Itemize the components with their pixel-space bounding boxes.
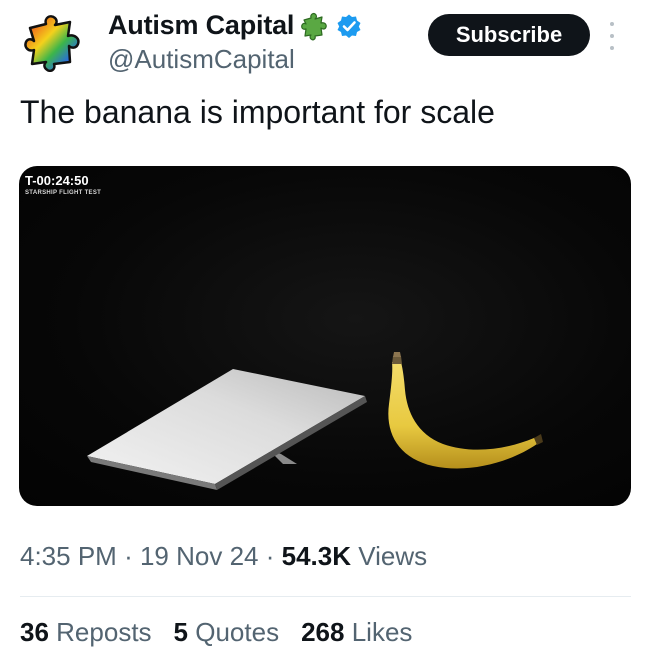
- meta-separator: ·: [124, 541, 133, 571]
- reposts-stat[interactable]: 36 Reposts: [20, 617, 152, 648]
- tweet-text: The banana is important for scale: [20, 94, 495, 130]
- more-dot: [610, 34, 614, 38]
- reposts-label: Reposts: [56, 617, 152, 647]
- views-label: Views: [358, 541, 428, 571]
- tweet-detail: Autism Capital @AutismCapital Subscribe …: [0, 0, 651, 660]
- likes-count: 268: [301, 617, 345, 647]
- divider: [20, 596, 631, 597]
- more-dot: [610, 46, 614, 50]
- quotes-stat[interactable]: 5 Quotes: [174, 617, 280, 648]
- verified-badge-icon[interactable]: [336, 13, 362, 39]
- avatar[interactable]: [22, 14, 86, 73]
- reposts-count: 36: [20, 617, 49, 647]
- quotes-label: Quotes: [195, 617, 280, 647]
- meta-separator: ·: [265, 541, 275, 571]
- author-display-name[interactable]: Autism Capital: [108, 10, 294, 41]
- media-scene: [87, 352, 543, 490]
- rainbow-puzzle-piece-icon: [24, 15, 80, 73]
- banana: [388, 352, 543, 469]
- countdown-timer: T-00:24:50: [25, 173, 89, 188]
- tweet-media-video[interactable]: T-00:24:50 STARSHIP FLIGHT TEST: [19, 166, 631, 506]
- more-options-icon[interactable]: [605, 22, 619, 50]
- author-name-row[interactable]: Autism Capital: [108, 10, 362, 41]
- quotes-count: 5: [173, 617, 189, 647]
- more-dot: [610, 22, 614, 26]
- engagement-stats: 36 Reposts 5 Quotes 268 Likes: [20, 617, 412, 648]
- tweet-meta: 4:35 PM · 19 Nov 24 · 54.3K Views: [20, 541, 427, 572]
- countdown-subtitle: STARSHIP FLIGHT TEST: [25, 190, 102, 196]
- likes-label: Likes: [351, 617, 413, 647]
- tweet-time[interactable]: 4:35 PM: [20, 541, 117, 571]
- tweet-date[interactable]: 19 Nov 24: [140, 541, 259, 571]
- puzzle-piece-icon: [300, 11, 330, 41]
- views-count: 54.3K: [281, 541, 352, 571]
- dish-panel: [87, 369, 367, 490]
- subscribe-button[interactable]: Subscribe: [428, 14, 590, 56]
- author-handle[interactable]: @AutismCapital: [108, 44, 295, 75]
- likes-stat[interactable]: 268 Likes: [301, 617, 412, 648]
